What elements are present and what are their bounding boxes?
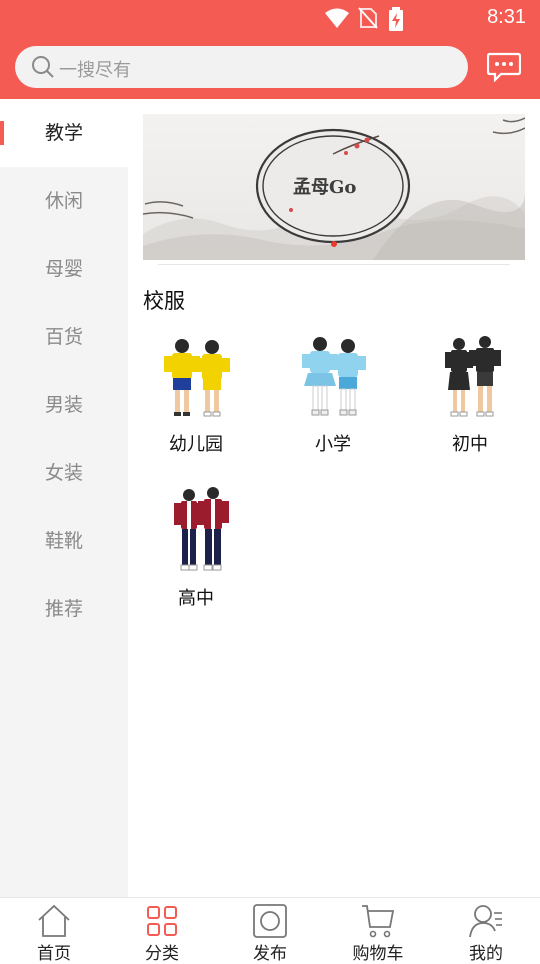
product-category-junior-high[interactable]: 初中 <box>415 332 525 472</box>
sidebar-item-teaching[interactable]: 教学 <box>0 99 128 167</box>
sidebar-item-label: 女装 <box>44 462 83 484</box>
no-sim-icon <box>358 7 378 29</box>
chat-message-icon[interactable] <box>487 52 521 82</box>
promo-banner[interactable]: 孟母Go <box>143 114 525 260</box>
sidebar-item-general-goods[interactable]: 百货 <box>0 303 128 371</box>
sidebar-item-label: 教学 <box>44 122 83 144</box>
nav-category[interactable]: 分类 <box>108 898 216 964</box>
sidebar-item-label: 百货 <box>44 326 83 348</box>
banner-page-indicator[interactable] <box>331 241 337 247</box>
active-indicator <box>0 121 4 145</box>
primary-school-uniform-image <box>302 337 366 416</box>
junior-high-uniform-image <box>445 336 501 417</box>
home-icon <box>38 904 70 937</box>
nav-home[interactable]: 首页 <box>0 898 108 964</box>
publish-icon <box>253 904 287 938</box>
sidebar-item-womenswear[interactable]: 女装 <box>0 439 128 507</box>
section-title: 校服 <box>143 289 185 313</box>
nav-label: 发布 <box>253 944 287 964</box>
category-label: 幼儿园 <box>169 434 223 455</box>
kindergarten-uniform-image <box>164 339 230 417</box>
wifi-icon <box>325 8 349 28</box>
sidebar-item-label: 母婴 <box>44 258 83 280</box>
category-label: 高中 <box>178 588 214 609</box>
nav-profile[interactable]: 我的 <box>432 898 540 964</box>
sidebar-item-menswear[interactable]: 男装 <box>0 371 128 439</box>
sidebar-item-label: 休闲 <box>44 190 83 212</box>
product-category-kindergarten[interactable]: 幼儿园 <box>141 332 251 472</box>
sidebar-item-label: 男装 <box>44 394 83 416</box>
nav-label: 分类 <box>145 944 179 964</box>
top-header: 8:31 一搜尽有 <box>0 0 540 99</box>
sidebar-item-shoes[interactable]: 鞋靴 <box>0 507 128 575</box>
sidebar-item-label: 鞋靴 <box>44 530 83 552</box>
nav-cart[interactable]: 购物车 <box>324 898 432 964</box>
product-category-primary-school[interactable]: 小学 <box>278 332 388 472</box>
nav-label: 购物车 <box>352 944 404 964</box>
battery-charging-icon <box>389 7 403 31</box>
nav-label: 我的 <box>469 944 503 964</box>
search-icon <box>32 56 54 78</box>
cart-icon <box>362 905 395 938</box>
sidebar-item-leisure[interactable]: 休闲 <box>0 167 128 235</box>
profile-icon <box>469 905 502 938</box>
category-grid-icon <box>147 906 177 936</box>
sidebar-item-label: 推荐 <box>44 598 83 620</box>
category-label: 初中 <box>452 434 488 455</box>
status-time: 8:31 <box>487 6 526 28</box>
status-icons <box>324 7 454 31</box>
banner-logo-text: 孟母Go <box>293 177 357 198</box>
nav-label: 首页 <box>37 944 71 964</box>
bottom-navigation: 首页 分类 发布 购物车 我的 <box>0 897 540 964</box>
product-category-senior-high[interactable]: 高中 <box>141 486 251 626</box>
category-sidebar: 教学 休闲 母婴 百货 男装 女装 鞋靴 推荐 <box>0 99 128 897</box>
category-label: 小学 <box>315 434 351 455</box>
divider <box>158 264 510 265</box>
senior-high-uniform-image <box>174 487 229 571</box>
search-input[interactable]: 一搜尽有 <box>15 46 468 88</box>
sidebar-item-recommended[interactable]: 推荐 <box>0 575 128 643</box>
sidebar-item-baby[interactable]: 母婴 <box>0 235 128 303</box>
nav-publish[interactable]: 发布 <box>216 898 324 964</box>
search-placeholder: 一搜尽有 <box>59 60 131 81</box>
status-bar: 8:31 <box>0 0 540 36</box>
